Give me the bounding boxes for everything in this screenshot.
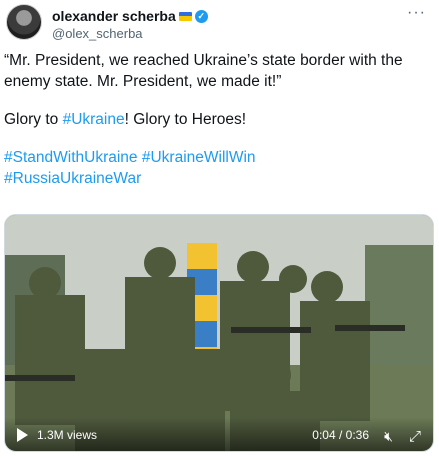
hashtag-ukraine[interactable]: #Ukraine (63, 111, 125, 128)
play-icon[interactable] (17, 428, 28, 442)
glory-suffix: ! Glory to Heroes! (124, 111, 247, 128)
verified-badge-icon: ✓ (194, 9, 208, 23)
video-player[interactable]: 1.3M views 0:04 / 0:36 🔇︎ ⤢ (4, 214, 434, 452)
view-count: 1.3M views (37, 428, 98, 442)
author-handle[interactable]: @olex_scherba (52, 26, 143, 41)
hashtag-standwithukraine[interactable]: #StandWithUkraine (4, 149, 138, 166)
tweet-text: “Mr. President, we reached Ukraine’s sta… (4, 50, 436, 206)
hashtag-russiaukrainewar[interactable]: #RussiaUkraineWar (4, 170, 141, 187)
glory-line: Glory to #Ukraine! Glory to Heroes! (4, 109, 436, 130)
mute-icon[interactable]: 🔇︎ (384, 428, 393, 445)
avatar[interactable] (6, 4, 42, 40)
fullscreen-icon[interactable]: ⤢ (409, 428, 421, 445)
video-controls: 1.3M views 0:04 / 0:36 🔇︎ ⤢ (5, 417, 433, 451)
tweet-header: olexander scherba ✓ @olex_scherba ··· (6, 4, 426, 44)
video-time: 0:04 / 0:36 (312, 428, 369, 442)
hashtag-ukrainewillwin[interactable]: #UkraineWillWin (142, 149, 256, 166)
ukraine-flag-icon (178, 11, 192, 21)
author-name[interactable]: olexander scherba (52, 8, 176, 24)
author-name-row: olexander scherba ✓ (52, 8, 208, 24)
glory-prefix: Glory to (4, 111, 63, 128)
hashtag-list: #StandWithUkraine #UkraineWillWin #Russi… (4, 147, 436, 189)
tweet-quote: “Mr. President, we reached Ukraine’s sta… (4, 52, 403, 90)
more-options-icon[interactable]: ··· (407, 4, 426, 22)
